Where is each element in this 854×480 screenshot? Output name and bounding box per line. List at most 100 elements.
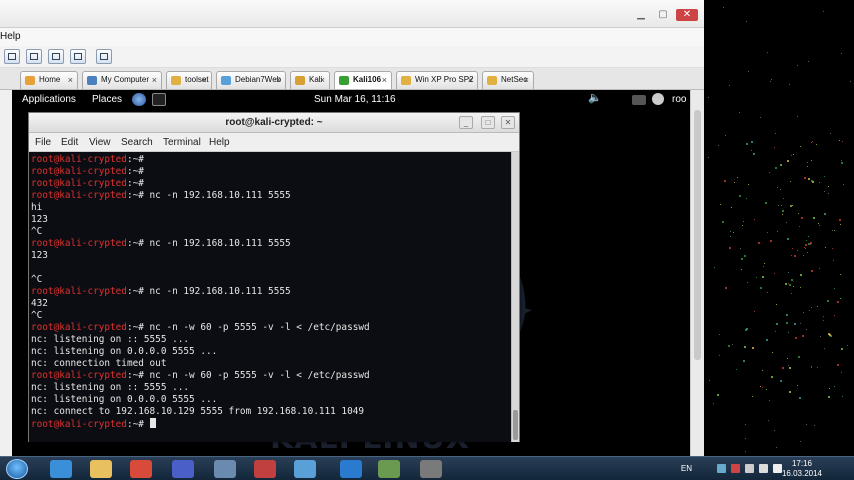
tab-close-icon[interactable]: × [276, 72, 281, 88]
map-dot [774, 429, 776, 431]
terminal-maximize-icon[interactable]: □ [481, 116, 495, 129]
vm-scrollbar[interactable] [690, 90, 704, 456]
map-dot [794, 337, 797, 340]
tab-label: Home [39, 75, 61, 84]
maximize-icon[interactable]: ▢ [652, 9, 674, 21]
tab-close-icon[interactable]: × [202, 72, 207, 88]
toolbar-button-1[interactable] [4, 49, 20, 64]
vmware-icon[interactable] [294, 460, 316, 478]
terminal-launcher-icon[interactable] [152, 93, 166, 106]
terminal-menu-edit[interactable]: Edit [61, 137, 78, 148]
terminal-output-line: nc: listening on 0.0.0.0 5555 ... [31, 346, 218, 357]
language-indicator[interactable]: EN [681, 464, 692, 473]
applications-menu[interactable]: Applications [22, 94, 76, 105]
terminal-menu-file[interactable]: File [35, 137, 51, 148]
map-dot [818, 267, 820, 269]
guest-screen[interactable]: KALI LINUX Applications Places Sun Mar 1… [12, 90, 690, 456]
map-dot [815, 143, 817, 145]
map-dot [816, 366, 818, 368]
places-menu[interactable]: Places [92, 94, 122, 105]
save-icon[interactable] [172, 460, 194, 478]
tab-debian7web[interactable]: Debian7Web × [216, 71, 286, 89]
menu-help[interactable]: Help [0, 31, 21, 42]
terminal-menu-help[interactable]: Help [209, 137, 230, 148]
map-dot [790, 254, 792, 256]
toolbar-button-3[interactable] [48, 49, 64, 64]
map-dot [833, 314, 835, 316]
tray-icon-2[interactable] [731, 464, 740, 473]
tab-close-icon[interactable]: × [152, 72, 157, 88]
tab-close-icon[interactable]: × [524, 72, 529, 88]
taskbar-clock[interactable]: 17:16 16.03.2014 [780, 459, 824, 479]
terminal-output-line: nc: connection timed out [31, 358, 167, 369]
terminal-titlebar[interactable]: root@kali-crypted: ~ _ □ ✕ [29, 113, 519, 133]
tab-kali[interactable]: Kali × [290, 71, 330, 89]
terminal-menubar: File Edit View Search Terminal Help [29, 133, 519, 152]
map-dot [771, 352, 773, 354]
map-dot [775, 167, 778, 170]
tab-vm-icon [295, 76, 305, 85]
ie-icon[interactable] [50, 460, 72, 478]
clock-date: 16.03.2014 [781, 469, 823, 478]
terminal-scrollbar[interactable] [511, 152, 519, 442]
tab-close-icon[interactable]: × [68, 72, 73, 88]
network-icon[interactable] [214, 460, 236, 478]
map-dot [785, 322, 788, 325]
tray-icon-3[interactable] [745, 464, 754, 473]
console-icon[interactable] [378, 460, 400, 478]
map-dot [739, 195, 742, 198]
volume-icon[interactable]: 🔈 [588, 91, 602, 104]
tab-toolset[interactable]: toolset × [166, 71, 212, 89]
tray-icon-1[interactable] [717, 464, 726, 473]
wireshark-icon[interactable] [340, 460, 362, 478]
terminal-menu-view[interactable]: View [89, 137, 111, 148]
vm-scroll-thumb[interactable] [694, 110, 701, 360]
tab-win-xp-pro-sp2[interactable]: Win XP Pro SP2 × [396, 71, 478, 89]
vm-titlebar[interactable]: ▁ ▢ ✕ [0, 0, 704, 28]
terminal-prompt-line: root@kali-crypted:~# nc -n 192.168.10.11… [31, 190, 291, 201]
terminal-output[interactable]: root@kali-crypted:~# root@kali-crypted:~… [29, 152, 511, 442]
explorer-icon[interactable] [90, 460, 112, 478]
scroll-thumb[interactable] [513, 410, 518, 440]
chrome-icon[interactable] [130, 460, 152, 478]
gnome-top-panel: Applications Places Sun Mar 16, 11:16 🔈 … [12, 90, 690, 110]
tab-close-icon[interactable]: × [468, 72, 473, 88]
map-dot [840, 298, 842, 300]
tab-kali106[interactable]: Kali106 × [334, 71, 392, 89]
tab-close-icon[interactable]: × [382, 72, 387, 88]
user-menu[interactable]: roo [672, 94, 686, 105]
terminal-close-icon[interactable]: ✕ [501, 116, 515, 129]
map-dot [798, 212, 800, 214]
tray-network-icon[interactable] [759, 464, 768, 473]
map-dot [841, 53, 843, 55]
toolbar-button-5[interactable] [96, 49, 112, 64]
map-dot [812, 216, 815, 219]
terminal-window[interactable]: root@kali-crypted: ~ _ □ ✕ File Edit View S… [28, 112, 520, 442]
map-dot [744, 438, 746, 440]
tab-close-icon[interactable]: × [320, 72, 325, 88]
map-dot [806, 165, 808, 167]
panel-clock[interactable]: Sun Mar 16, 11:16 [314, 94, 396, 105]
tools-icon[interactable] [254, 460, 276, 478]
toolbar-button-2[interactable] [26, 49, 42, 64]
toolbar-button-4[interactable] [70, 49, 86, 64]
browser-icon[interactable] [132, 93, 146, 106]
map-dot [714, 266, 716, 268]
tab-vm-icon [487, 76, 497, 85]
terminal-minimize-icon[interactable]: _ [459, 116, 473, 129]
tab-netsec[interactable]: NetSec × [482, 71, 534, 89]
kali-icon[interactable] [420, 460, 442, 478]
tab-my-computer[interactable]: My Computer × [82, 71, 162, 89]
map-dot [748, 183, 750, 185]
minimize-icon[interactable]: ▁ [630, 9, 652, 21]
close-icon[interactable]: ✕ [676, 9, 698, 21]
tab-home[interactable]: Home × [20, 71, 78, 89]
map-dot [787, 238, 790, 241]
map-dot [781, 204, 783, 206]
map-dot [730, 235, 732, 237]
start-button[interactable] [6, 459, 28, 479]
terminal-menu-terminal[interactable]: Terminal [163, 137, 201, 148]
network-icon[interactable] [632, 95, 646, 105]
terminal-menu-search[interactable]: Search [121, 137, 153, 148]
map-dot [725, 135, 727, 137]
